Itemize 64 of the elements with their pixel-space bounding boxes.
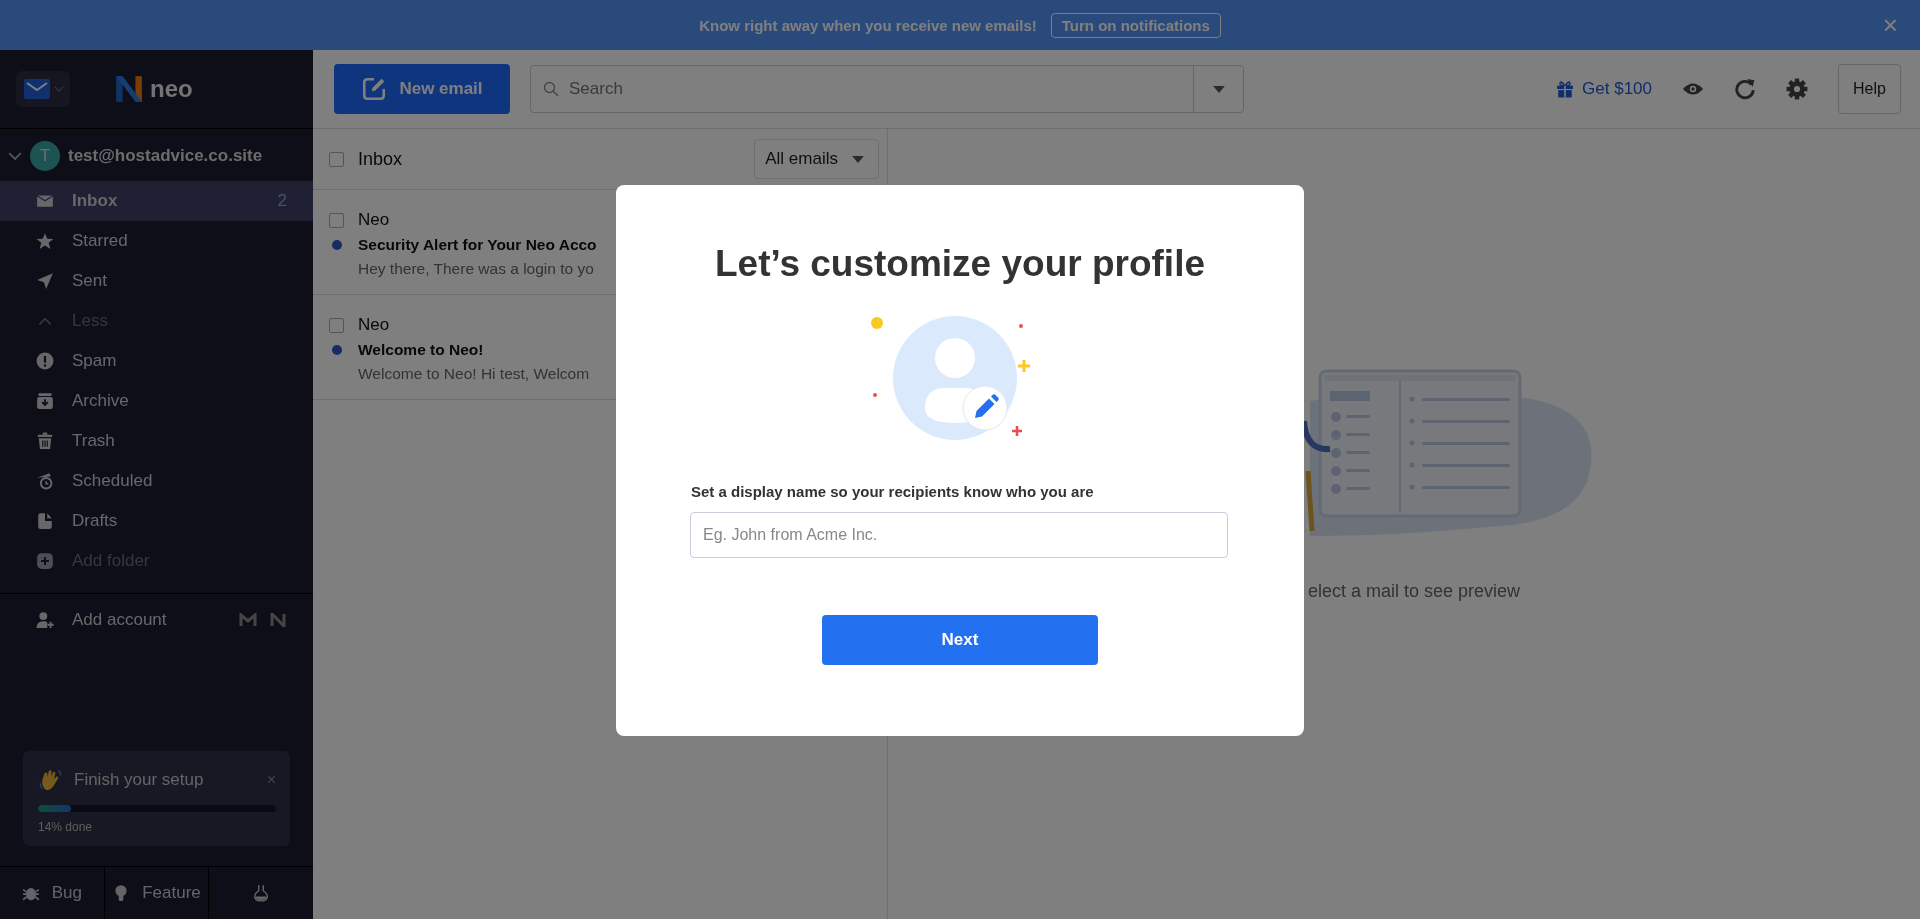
preview-hint: elect a mail to see preview (1307, 581, 1520, 602)
m-logo-icon[interactable] (239, 613, 257, 627)
sidebar-item[interactable]: Drafts (0, 501, 313, 541)
waving-hand-icon (38, 767, 64, 793)
email-checkbox[interactable] (329, 317, 344, 333)
filter-dropdown[interactable]: All emails (754, 139, 879, 179)
compose-icon (361, 76, 388, 102)
email-subject[interactable]: Welcome to Neo! (358, 341, 484, 359)
add-icon (36, 552, 54, 570)
caret-down-icon (1212, 85, 1225, 93)
close-button[interactable]: × (266, 771, 276, 789)
sidebar-item[interactable]: Spam (0, 341, 313, 381)
email-checkbox[interactable] (329, 212, 344, 228)
field-label: Set a display name so your recipients know who you are (691, 483, 1094, 500)
logo-icon (114, 74, 144, 104)
email-sender: Neo (358, 315, 390, 335)
caret-down-icon (54, 86, 64, 92)
settings-icon[interactable] (1786, 78, 1808, 100)
document-icon (36, 512, 54, 530)
add-account-button[interactable]: Add account (36, 610, 239, 630)
sidebar-item[interactable]: Starred (0, 221, 313, 261)
email-preview: Hey there, There was a login to yo (358, 260, 594, 278)
display-name-field[interactable]: Eg. John from Acme Inc. (690, 512, 1228, 558)
feedback-button[interactable]: Bug (0, 867, 105, 919)
setup-title: Finish your setup (74, 770, 205, 790)
email-sender: Neo (358, 210, 390, 230)
caret-down-icon (852, 155, 864, 163)
search-icon (543, 81, 559, 97)
help-button[interactable]: Help (1838, 64, 1901, 114)
exclamation-icon (36, 352, 54, 370)
trash-icon (36, 432, 54, 450)
add-user-icon (36, 611, 54, 629)
dialog-title: Let’s customize your profile (715, 243, 1205, 285)
app-switcher-button[interactable] (16, 71, 70, 107)
refresh-icon[interactable] (1734, 78, 1756, 100)
next-button[interactable]: Next (822, 615, 1098, 665)
n-logo-icon[interactable] (269, 613, 287, 627)
star-icon (36, 232, 54, 250)
email-subject[interactable]: Security Alert for Your Neo Acco (358, 236, 597, 254)
close-button[interactable]: × (1882, 12, 1898, 38)
account-avatar: T (30, 141, 60, 171)
new-email-button[interactable]: New email (334, 64, 510, 114)
gift-icon (1556, 80, 1575, 98)
envelope-icon (24, 79, 50, 99)
banner-message: Know right away when you receive new emails! (699, 16, 1037, 34)
flask-icon (252, 884, 271, 902)
turn-on-notifications-button[interactable]: Turn on notifications (1050, 12, 1221, 38)
sidebar-item[interactable]: Inbox 2 (0, 181, 313, 221)
sidebar-item[interactable]: Sent (0, 261, 313, 301)
sidebar-item[interactable]: Archive (0, 381, 313, 421)
envelope-icon (36, 192, 54, 210)
feedback-button[interactable]: Feature (104, 867, 210, 919)
referral-link[interactable]: Get $100 (1556, 79, 1652, 99)
logo-text: neo (150, 75, 193, 103)
list-title: Inbox (358, 148, 404, 170)
sidebar-item[interactable]: Trash (0, 421, 313, 461)
alarm-clock-icon (36, 472, 54, 490)
sidebar-item[interactable]: Scheduled (0, 461, 313, 501)
archive-icon (36, 392, 54, 410)
select-all-checkbox[interactable] (329, 151, 344, 167)
paper-plane-icon (36, 272, 54, 290)
account-email: test@hostadvice.co.site (68, 146, 263, 166)
email-preview: Welcome to Neo! Hi test, Welcom (358, 365, 590, 383)
progress-text: 14% done (38, 820, 94, 834)
